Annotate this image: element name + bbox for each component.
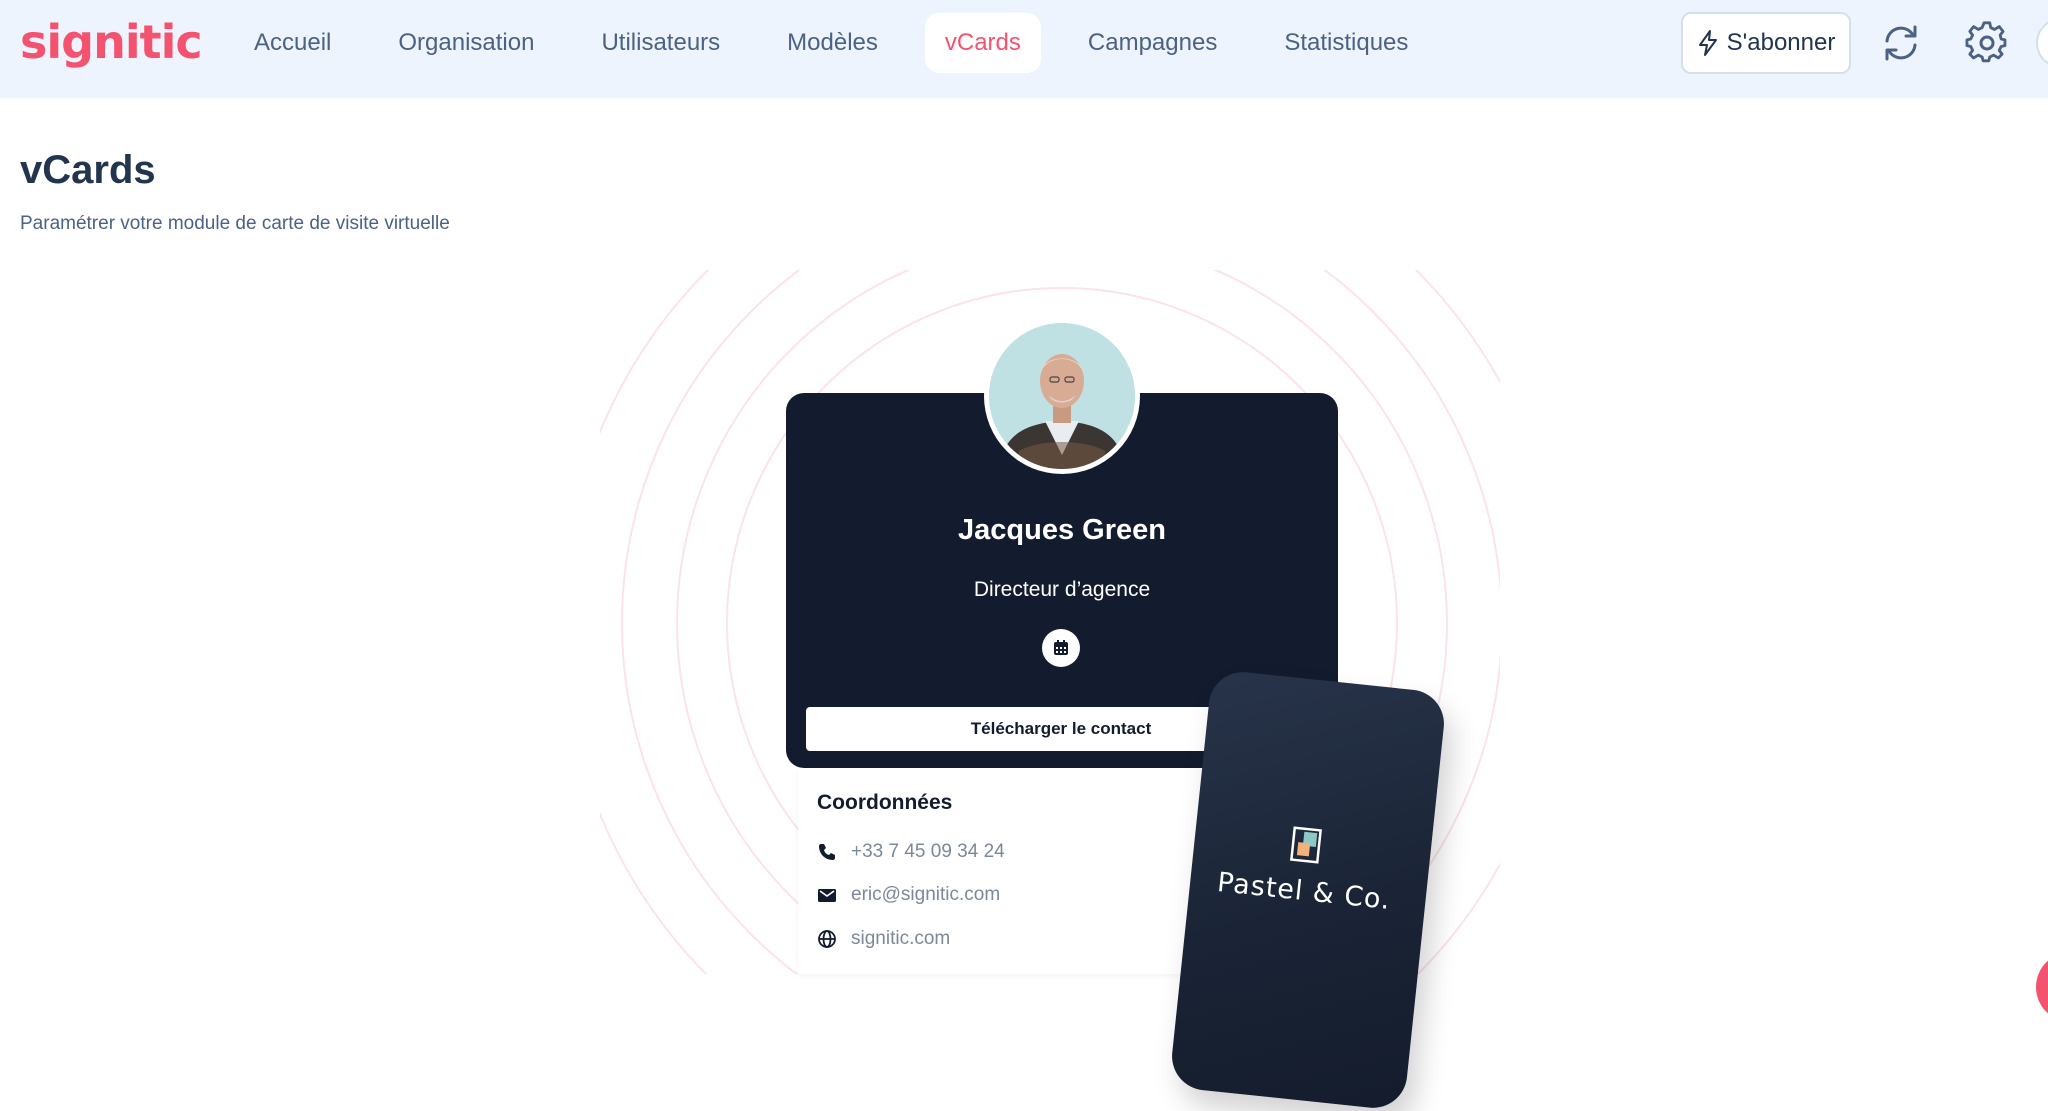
contact-phone-value: +33 7 45 09 34 24 bbox=[851, 841, 1005, 862]
calendar-icon bbox=[1054, 640, 1068, 655]
gear-icon bbox=[1965, 21, 2007, 63]
page-subtitle: Paramétrer votre module de carte de visi… bbox=[20, 213, 450, 234]
user-avatar[interactable] bbox=[2036, 18, 2048, 68]
vcard-name: Jacques Green bbox=[958, 514, 1166, 546]
refresh-button[interactable] bbox=[1878, 20, 1924, 66]
nav-item-statistiques[interactable]: Statistiques bbox=[1264, 13, 1428, 73]
globe-icon bbox=[818, 930, 836, 948]
person-portrait bbox=[989, 323, 1135, 469]
vcard-role: Directeur d’agence bbox=[973, 578, 1151, 601]
lightning-icon bbox=[1698, 30, 1717, 56]
main-nav: Accueil Organisation Utilisateurs Modèle… bbox=[234, 13, 1455, 73]
pastel-logo-icon bbox=[1290, 826, 1322, 864]
contact-website[interactable]: signitic.com bbox=[817, 926, 950, 952]
contact-email[interactable]: eric@signitic.com bbox=[817, 882, 1000, 908]
contact-email-value: eric@signitic.com bbox=[851, 884, 1001, 905]
chat-fab-button[interactable] bbox=[2036, 952, 2048, 1022]
top-bar: signitic Accueil Organisation Utilisateu… bbox=[0, 0, 2048, 98]
calendar-button[interactable] bbox=[1042, 629, 1080, 667]
refresh-icon bbox=[1885, 25, 1917, 61]
subscribe-label: S'abonner bbox=[1726, 29, 1836, 56]
nav-item-utilisateurs[interactable]: Utilisateurs bbox=[581, 13, 740, 73]
nav-item-vcards[interactable]: vCards bbox=[924, 13, 1041, 73]
mail-icon bbox=[818, 889, 836, 902]
nav-item-accueil[interactable]: Accueil bbox=[234, 13, 351, 73]
subscribe-button[interactable]: S'abonner bbox=[1681, 12, 1851, 74]
nav-item-organisation[interactable]: Organisation bbox=[378, 13, 554, 73]
phone-icon bbox=[819, 844, 835, 860]
contact-phone[interactable]: +33 7 45 09 34 24 bbox=[817, 839, 1005, 865]
contact-website-value: signitic.com bbox=[851, 928, 951, 949]
nav-item-modeles[interactable]: Modèles bbox=[767, 13, 898, 73]
page-title: vCards bbox=[20, 148, 156, 192]
contact-title: Coordonnées bbox=[817, 791, 953, 814]
settings-button[interactable] bbox=[1964, 20, 2010, 66]
nav-item-campagnes[interactable]: Campagnes bbox=[1068, 13, 1237, 73]
signitic-logo[interactable]: signitic bbox=[20, 14, 203, 70]
profile-photo bbox=[984, 318, 1140, 474]
